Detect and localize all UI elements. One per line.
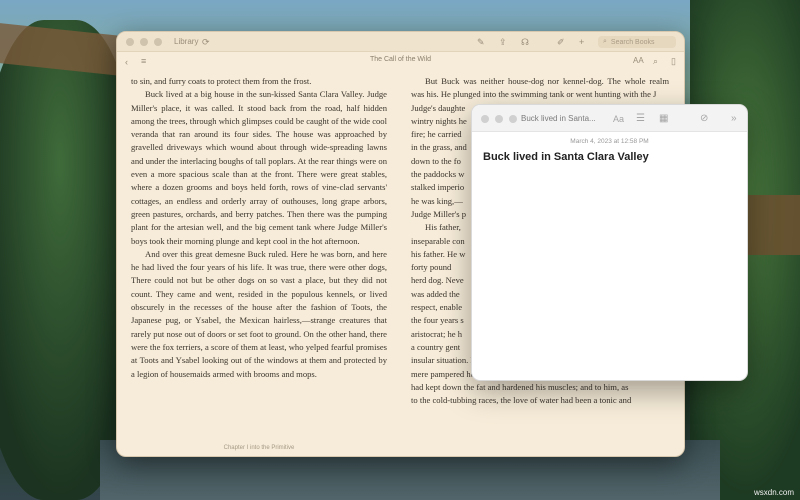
format-text-icon[interactable]: Aa bbox=[613, 113, 624, 125]
paragraph: But Buck was neither house-dog nor kenne… bbox=[411, 76, 669, 100]
notes-zoom-button[interactable] bbox=[509, 115, 517, 123]
search-icon: ⌕ bbox=[603, 38, 607, 45]
left-page: to sin, and furry coats to protect them … bbox=[131, 75, 387, 381]
chapter-footer: Chapter I into the Primitive bbox=[223, 445, 295, 451]
table-icon[interactable]: ▦ bbox=[659, 113, 668, 125]
bookmark-icon[interactable]: ▯ bbox=[671, 55, 676, 67]
headphones-icon[interactable]: ☊ bbox=[521, 36, 529, 48]
search-input[interactable]: ⌕ Search Books bbox=[598, 36, 676, 48]
refresh-icon[interactable]: ⟳ bbox=[202, 36, 210, 48]
reader-nav-bar: ‹ ≡ The Call of the Wild AA ⌕ ▯ bbox=[117, 52, 684, 69]
window-controls bbox=[117, 37, 162, 46]
book-title: The Call of the Wild bbox=[369, 56, 432, 63]
note-heading[interactable]: Buck lived in Santa Clara Valley bbox=[483, 151, 649, 163]
close-button[interactable] bbox=[126, 37, 134, 46]
zoom-button[interactable] bbox=[154, 37, 162, 46]
notes-close-button[interactable] bbox=[481, 115, 489, 123]
notes-window-controls bbox=[481, 115, 517, 123]
more-chevron-icon[interactable]: » bbox=[731, 113, 737, 125]
notes-minimize-button[interactable] bbox=[495, 115, 503, 123]
notes-titlebar: Buck lived in Santa... Aa ☰ ▦ ⊘ » bbox=[472, 105, 747, 132]
note-date: March 4, 2023 at 12:58 PM bbox=[570, 138, 649, 145]
paragraph: to sin, and furry coats to protect them … bbox=[131, 76, 312, 86]
checklist-icon[interactable]: ☰ bbox=[636, 113, 645, 125]
lock-icon[interactable]: ⊘ bbox=[700, 113, 708, 125]
line: to the cold-tubbing races, the love of w… bbox=[411, 395, 632, 406]
watermark-text: wsxdn.com bbox=[753, 488, 794, 497]
notes-window-title: Buck lived in Santa... bbox=[521, 114, 596, 123]
minimize-button[interactable] bbox=[140, 37, 148, 46]
books-toolbar: Library ⟳ ✎ ⇪ ☊ ✐ + ⌕ Search Books bbox=[117, 32, 684, 52]
search-placeholder: Search Books bbox=[610, 38, 655, 46]
pencil-icon[interactable]: ✐ bbox=[557, 36, 565, 48]
line: had kept down the fat and hardened his m… bbox=[411, 381, 629, 392]
search-book-icon[interactable]: ⌕ bbox=[653, 55, 658, 67]
share-icon[interactable]: ⇪ bbox=[499, 36, 507, 48]
library-label[interactable]: Library bbox=[174, 37, 198, 46]
appearance-icon[interactable]: AA bbox=[633, 55, 644, 67]
paragraph: And over this great demesne Buck ruled. … bbox=[131, 248, 387, 379]
edit-icon[interactable]: ✎ bbox=[477, 36, 485, 48]
notes-window: Buck lived in Santa... Aa ☰ ▦ ⊘ » March … bbox=[471, 104, 748, 381]
paragraph: Buck lived at a big house in the sun-kis… bbox=[131, 89, 387, 246]
add-icon[interactable]: + bbox=[579, 36, 584, 48]
